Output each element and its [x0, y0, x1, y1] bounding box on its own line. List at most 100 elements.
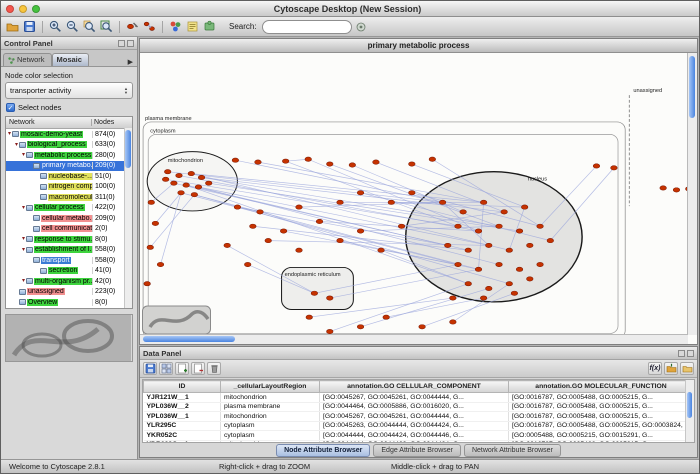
import-attributes-icon[interactable] [664, 362, 678, 375]
table-row[interactable]: YDR039C__1mitochondrion[GO:0044444, GO:0… [144, 440, 694, 443]
column-nodes[interactable]: Nodes [92, 119, 132, 126]
zoom-out-icon[interactable] [65, 19, 80, 34]
tree-row[interactable]: cellular metabo...209(0) [6, 213, 132, 224]
graph-node[interactable] [357, 191, 364, 195]
graph-node[interactable] [537, 224, 544, 228]
graph-node[interactable] [388, 200, 395, 204]
graph-node[interactable] [398, 224, 405, 228]
zoom-in-icon[interactable] [48, 19, 63, 34]
graph-node[interactable] [593, 164, 600, 168]
tree-row[interactable]: nitrogen compo...100(0) [6, 182, 132, 193]
network-vscroll-thumb[interactable] [689, 56, 695, 118]
graph-node[interactable] [305, 157, 312, 161]
hide-selected-icon[interactable] [125, 19, 140, 34]
graph-node[interactable] [480, 296, 487, 300]
graph-node[interactable] [205, 181, 212, 185]
graph-node[interactable] [527, 243, 534, 247]
tab-edge-attribute-browser[interactable]: Edge Attribute Browser [373, 444, 461, 457]
tree-row[interactable]: ▾cellular process422(0) [6, 203, 132, 214]
graph-node[interactable] [232, 158, 239, 162]
node-color-select[interactable]: transporter activity ▲▼ [5, 82, 133, 99]
table-row[interactable]: YJR121W__1mitochondrion[GO:0045267, GO:0… [144, 393, 694, 403]
graph-node[interactable] [660, 186, 667, 190]
tree-row[interactable]: secretion41(0) [6, 266, 132, 277]
graph-node[interactable] [257, 210, 264, 214]
graph-node[interactable] [475, 267, 482, 271]
graph-node[interactable] [171, 181, 178, 185]
close-panel-icon[interactable] [127, 40, 134, 47]
graph-node[interactable] [611, 166, 618, 170]
search-input[interactable] [262, 20, 352, 34]
graph-node[interactable] [255, 160, 262, 164]
graph-node[interactable] [144, 281, 151, 285]
tree-row[interactable]: ▾establishment of l...558(0) [6, 245, 132, 256]
tree-row[interactable]: ▾biological_process633(0) [6, 140, 132, 151]
tree-row[interactable]: unassigned223(0) [6, 287, 132, 298]
network-vertical-scrollbar[interactable] [687, 53, 697, 335]
save-table-icon[interactable] [143, 362, 157, 375]
graph-node[interactable] [496, 262, 503, 266]
graph-node[interactable] [460, 210, 467, 214]
expand-triangle-icon[interactable]: ▾ [6, 129, 11, 139]
tree-row[interactable]: transport558(0) [6, 255, 132, 266]
graph-node[interactable] [537, 262, 544, 266]
tree-row[interactable]: ▾response to stimu...8(0) [6, 234, 132, 245]
tree-row[interactable]: cell communicat...2(0) [6, 224, 132, 235]
graph-node[interactable] [506, 281, 513, 285]
graph-node[interactable] [176, 173, 183, 177]
column-header[interactable]: _cellularLayoutRegion [221, 381, 320, 393]
graph-node[interactable] [250, 224, 257, 228]
column-network[interactable]: Network [6, 119, 92, 126]
graph-node[interactable] [409, 191, 416, 195]
graph-node[interactable] [357, 229, 364, 233]
graph-node[interactable] [164, 169, 171, 173]
graph-node[interactable] [450, 296, 457, 300]
tree-row[interactable]: ▾metabolic process280(0) [6, 150, 132, 161]
graph-node[interactable] [265, 238, 272, 242]
graph-node[interactable] [282, 159, 289, 163]
search-options-icon[interactable] [354, 19, 369, 34]
graph-node[interactable] [506, 248, 513, 252]
graph-node[interactable] [326, 296, 333, 300]
tab-node-attribute-browser[interactable]: Node Attribute Browser [276, 444, 370, 457]
network-graph[interactable]: plasma membranecytoplasmmitochondrionnuc… [140, 53, 697, 344]
graph-node[interactable] [349, 163, 356, 167]
annotation-icon[interactable] [185, 19, 200, 34]
expand-triangle-icon[interactable]: ▾ [6, 140, 18, 150]
table-row[interactable]: YPL036W__1mitochondrion[GO:0045267, GO:0… [144, 412, 694, 422]
tree-row[interactable]: macromolecule...311(0) [6, 192, 132, 203]
graph-node[interactable] [244, 262, 251, 266]
graph-node[interactable] [195, 185, 202, 189]
graph-node[interactable] [357, 325, 364, 329]
tree-row[interactable]: nucleobase-...51(0) [6, 171, 132, 182]
graph-node[interactable] [337, 200, 344, 204]
save-session-icon[interactable] [22, 19, 37, 34]
zoom-fit-icon[interactable] [99, 19, 114, 34]
zoom-window-button[interactable] [32, 5, 40, 13]
tab-network-attribute-browser[interactable]: Network Attribute Browser [464, 444, 561, 457]
graph-node[interactable] [480, 200, 487, 204]
tree-row[interactable]: ▾multi-organism pr...42(0) [6, 276, 132, 287]
window-titlebar[interactable]: Cytoscape Desktop (New Session) [1, 1, 699, 17]
expand-triangle-icon[interactable]: ▾ [6, 245, 25, 255]
table-scrollbar-thumb[interactable] [687, 392, 692, 418]
graph-node[interactable] [409, 162, 416, 166]
graph-node[interactable] [501, 210, 508, 214]
column-header[interactable]: annotation.GO CELLULAR_COMPONENT [320, 381, 509, 393]
graph-node[interactable] [306, 315, 313, 319]
graph-node[interactable] [444, 243, 451, 247]
float-panel-icon[interactable] [678, 350, 685, 357]
delete-attribute-icon[interactable] [191, 362, 205, 375]
graph-node[interactable] [465, 248, 472, 252]
tree-row[interactable]: primary metabo...209(0) [6, 161, 132, 172]
network-overview-thumbnail[interactable] [5, 314, 133, 362]
tab-mosaic[interactable]: Mosaic [52, 53, 89, 66]
table-scrollbar[interactable] [685, 380, 694, 442]
expand-triangle-icon[interactable]: ▾ [6, 276, 25, 286]
open-session-icon[interactable] [5, 19, 20, 34]
graph-node[interactable] [188, 171, 195, 175]
graph-node[interactable] [511, 291, 518, 295]
table-row[interactable]: YLR295Ccytoplasm[GO:0045263, GO:0044444,… [144, 421, 694, 431]
graph-node[interactable] [496, 224, 503, 228]
tree-row[interactable]: Overview8(0) [6, 297, 132, 308]
